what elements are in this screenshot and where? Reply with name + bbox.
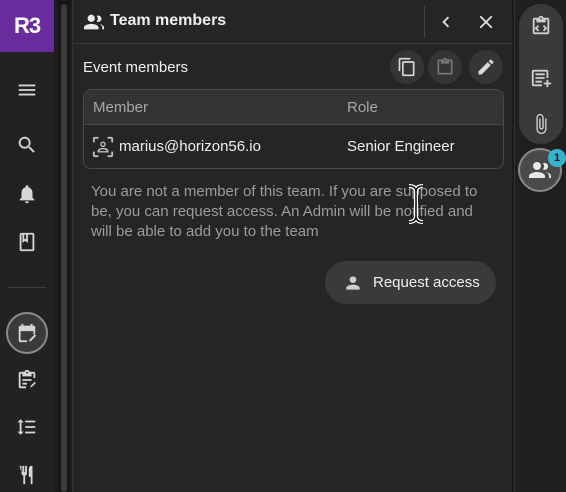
code-doc-button[interactable] [529, 14, 553, 38]
app-logo[interactable]: R3 [0, 0, 54, 52]
close-icon [479, 15, 493, 29]
book-button[interactable] [7, 222, 47, 262]
access-notice: You are not a member of this team. If yo… [91, 183, 478, 240]
paste-button[interactable] [428, 50, 462, 84]
team-icon [83, 11, 105, 33]
notification-badge: 1 [548, 149, 566, 167]
person-icon [343, 273, 363, 293]
fork-knife-icon [19, 465, 33, 485]
menu-button[interactable] [7, 70, 47, 110]
back-button[interactable] [434, 10, 458, 34]
calendar-edit-icon [18, 323, 37, 343]
chevron-left-icon [442, 16, 450, 28]
edit-button[interactable] [469, 50, 503, 84]
request-access-button[interactable]: Request access [325, 261, 496, 304]
close-button[interactable] [474, 10, 498, 34]
copy-button[interactable] [390, 50, 424, 84]
panel-header: Team members [73, 0, 513, 44]
sort-lines-icon [17, 419, 36, 435]
book-icon [19, 232, 35, 252]
copy-icon [398, 57, 415, 77]
column-header-role: Role [347, 99, 378, 116]
member-email: marius@horizon56.io [119, 138, 261, 155]
table-header: Member Role [84, 90, 503, 125]
person-outline-icon [92, 136, 114, 158]
search-icon [18, 136, 35, 153]
search-button[interactable] [7, 125, 47, 165]
add-note-icon [531, 69, 552, 88]
fork-knife-button[interactable] [7, 455, 47, 492]
attachment-icon [536, 113, 547, 135]
request-access-label: Request access [373, 274, 480, 291]
members-table: Member Role marius@horizon56.io Senior E… [83, 89, 504, 169]
bell-icon [19, 185, 35, 204]
member-role: Senior Engineer [347, 138, 455, 155]
panel-title: Team members [110, 12, 227, 29]
section-title: Event members [83, 59, 189, 76]
right-tool-group [519, 4, 563, 144]
right-rail: 1 [514, 0, 566, 492]
sort-button[interactable] [7, 407, 47, 447]
attachment-button[interactable] [529, 112, 553, 136]
logo-text: R3 [13, 13, 41, 38]
table-row[interactable]: marius@horizon56.io Senior Engineer [84, 125, 503, 168]
column-header-member: Member [93, 99, 149, 116]
clipboard-edit-button[interactable] [7, 360, 47, 400]
clipboard-edit-icon [18, 369, 36, 389]
menu-icon [18, 84, 36, 96]
event-edit-button[interactable] [6, 312, 48, 354]
text-cursor-icon [408, 184, 424, 224]
pencil-icon [478, 59, 494, 75]
add-note-button[interactable] [529, 66, 553, 90]
clipboard-icon [437, 57, 453, 75]
team-members-panel: Team members Event members Member Role m… [72, 0, 513, 492]
notifications-button[interactable] [7, 174, 47, 214]
header-divider [424, 6, 425, 38]
team-members-button[interactable]: 1 [518, 148, 566, 192]
rail-divider [8, 287, 46, 288]
scrollbar-thumb[interactable] [61, 4, 67, 492]
left-rail: R3 [0, 0, 54, 492]
code-doc-icon [532, 15, 550, 35]
